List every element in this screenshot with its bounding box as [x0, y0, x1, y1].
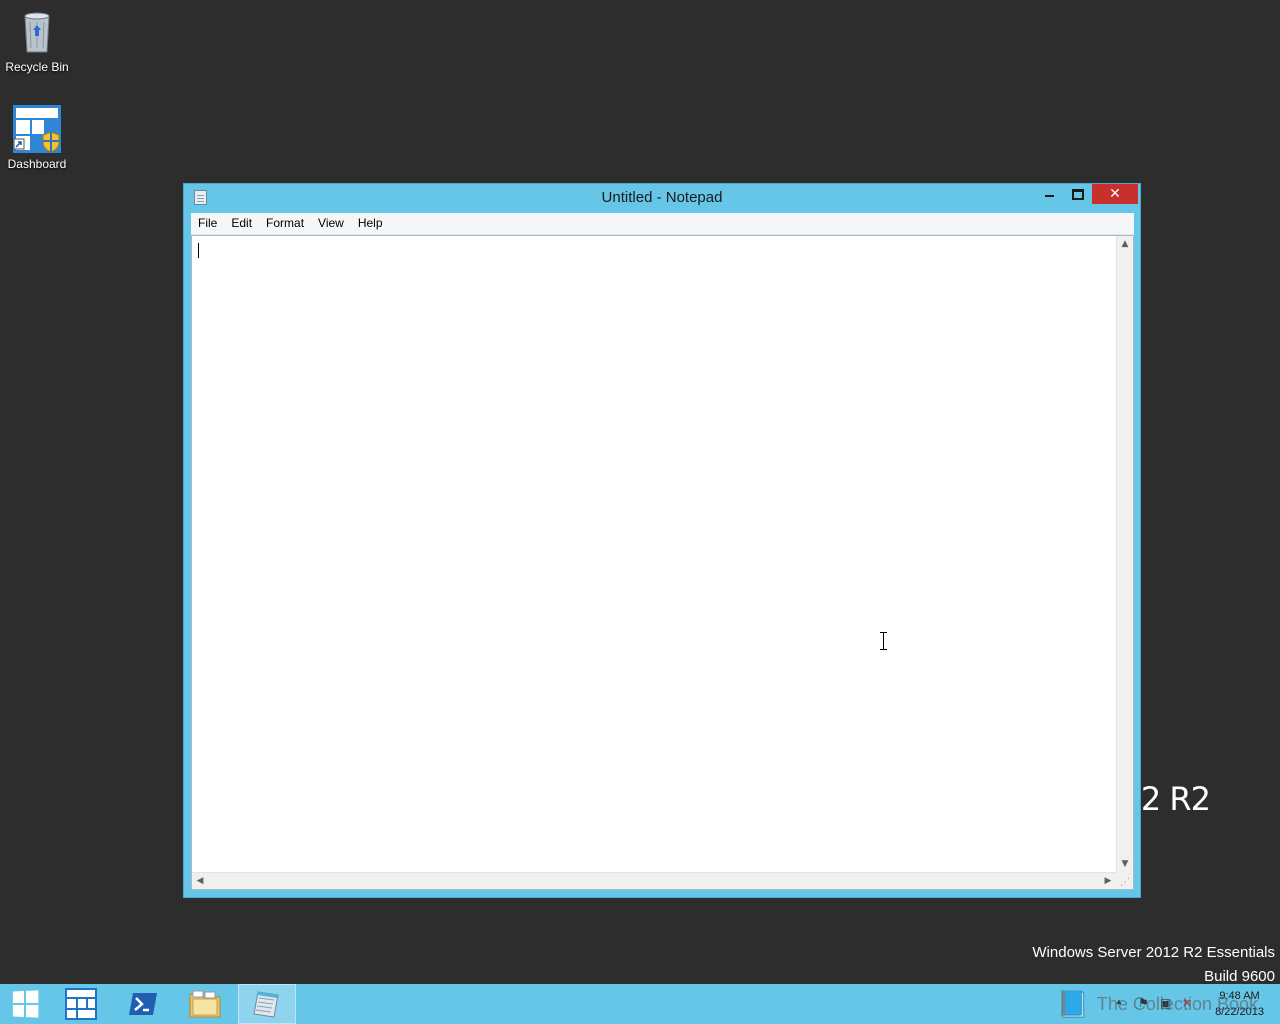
- watermark-text: The Collection Book: [1096, 993, 1258, 1014]
- window-title: Untitled - Notepad: [601, 189, 723, 206]
- title-bar[interactable]: Untitled - Notepad ✕: [184, 184, 1140, 213]
- scroll-left-arrow-icon[interactable]: ◀: [192, 873, 208, 889]
- minimize-icon: [1045, 195, 1054, 197]
- desktop-icon-recycle-bin[interactable]: Recycle Bin: [1, 8, 73, 74]
- maximize-icon: [1071, 188, 1084, 200]
- windows-logo-icon: [12, 990, 39, 1018]
- text-editor-area[interactable]: ▲ ▼ ◀ ▶: [191, 235, 1134, 890]
- size-grip[interactable]: [1116, 872, 1133, 889]
- edition-info: Windows Server 2012 R2 Essentials Build …: [1032, 941, 1275, 989]
- menu-file[interactable]: File: [191, 213, 224, 234]
- powershell-icon: [129, 993, 157, 1015]
- powershell-button[interactable]: [114, 984, 172, 1024]
- notepad-taskbar-button[interactable]: [238, 984, 296, 1024]
- recycle-bin-icon: [13, 8, 61, 56]
- close-icon: ✕: [1109, 186, 1121, 202]
- server-manager-button[interactable]: [52, 984, 110, 1024]
- dashboard-icon: [13, 105, 61, 153]
- book-icon: 📘: [1056, 988, 1089, 1019]
- folder-icon: [189, 990, 221, 1018]
- desktop-icon-dashboard[interactable]: Dashboard: [1, 105, 73, 171]
- menu-view[interactable]: View: [311, 213, 351, 234]
- ibeam-cursor-icon: [880, 632, 887, 650]
- start-button[interactable]: [0, 984, 50, 1024]
- horizontal-scrollbar[interactable]: ◀ ▶: [192, 872, 1116, 889]
- edition-name: Windows Server 2012 R2 Essentials: [1032, 944, 1275, 961]
- menu-edit[interactable]: Edit: [224, 213, 259, 234]
- file-explorer-button[interactable]: [176, 984, 234, 1024]
- scroll-right-arrow-icon[interactable]: ▶: [1100, 873, 1116, 889]
- watermark: 📘 The Collection Book: [1057, 984, 1258, 1024]
- vertical-scrollbar[interactable]: ▲ ▼: [1116, 236, 1133, 872]
- server-manager-icon: [65, 988, 97, 1020]
- close-button[interactable]: ✕: [1092, 184, 1138, 204]
- scroll-up-arrow-icon[interactable]: ▲: [1117, 236, 1133, 252]
- menu-format[interactable]: Format: [259, 213, 311, 234]
- minimize-button[interactable]: [1036, 184, 1063, 204]
- text-caret: [198, 243, 199, 258]
- notepad-icon: [253, 991, 279, 1018]
- desktop-icon-label: Dashboard: [7, 157, 67, 171]
- scroll-down-arrow-icon[interactable]: ▼: [1117, 856, 1133, 872]
- menu-help[interactable]: Help: [351, 213, 390, 234]
- desktop-icon-label: Recycle Bin: [5, 60, 69, 74]
- menu-bar: File Edit Format View Help: [191, 213, 1134, 235]
- notepad-window[interactable]: Untitled - Notepad ✕ File Edit Format Vi…: [183, 183, 1141, 898]
- maximize-button[interactable]: [1064, 184, 1091, 204]
